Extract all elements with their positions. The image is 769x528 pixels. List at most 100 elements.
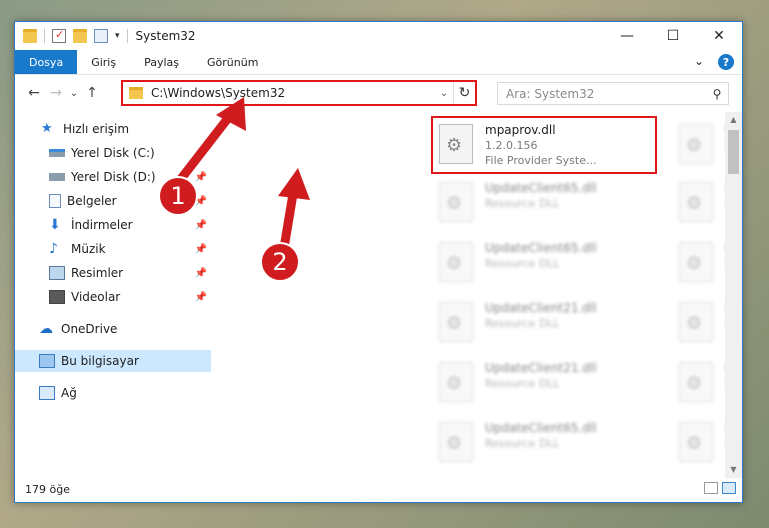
- file-name: UpdateClient21.dll: [485, 301, 597, 315]
- sidebar-item-this-pc[interactable]: Bu bilgisayar: [15, 350, 211, 372]
- customize-toolbar-chevron-icon[interactable]: ▾: [115, 31, 120, 41]
- network-icon: [39, 386, 55, 400]
- sidebar-item-pictures[interactable]: Resimler 📌: [15, 262, 211, 284]
- pin-icon[interactable]: 📌: [195, 268, 207, 279]
- maximize-button[interactable]: ☐: [650, 22, 696, 50]
- file-item[interactable]: UpdateClient65.dll Resource DLL: [433, 236, 657, 292]
- dll-file-icon: [439, 182, 473, 222]
- new-folder-icon[interactable]: [73, 29, 87, 43]
- window-title: System32: [135, 29, 196, 43]
- sidebar-item-label: İndirmeler: [71, 218, 133, 232]
- view-toggle: [704, 482, 736, 494]
- file-name: UpdateClient21.dll: [485, 361, 597, 375]
- sidebar-item-label: Bu bilgisayar: [61, 354, 139, 368]
- tab-file[interactable]: Dosya: [15, 50, 78, 74]
- step-badge-1: 1: [158, 176, 198, 216]
- download-arrow-icon: ⬇: [49, 217, 61, 233]
- search-input[interactable]: Ara: System32: [506, 87, 706, 101]
- properties-icon[interactable]: [94, 29, 108, 43]
- sidebar-item-label: Resimler: [71, 266, 124, 280]
- toolbar-divider: [126, 29, 128, 43]
- refresh-icon[interactable]: ↻: [453, 82, 475, 104]
- title-bar: ▾ System32 — ☐ ✕: [15, 22, 742, 50]
- sidebar-item-videos[interactable]: Videolar 📌: [15, 286, 211, 308]
- pin-icon[interactable]: 📌: [195, 292, 207, 303]
- dll-file-icon: [679, 362, 713, 402]
- details-view-icon[interactable]: [704, 482, 718, 494]
- step-badge-2: 2: [260, 242, 300, 282]
- close-button[interactable]: ✕: [696, 22, 742, 50]
- highlight-box: [431, 116, 657, 174]
- forward-arrow-icon[interactable]: →: [45, 85, 67, 101]
- quick-access-toolbar: ▾: [15, 28, 128, 43]
- tiles-view-icon[interactable]: [722, 482, 736, 494]
- file-name: UpdateClient65.dll: [485, 241, 597, 255]
- file-type: Resource DLL: [485, 317, 560, 330]
- drive-icon: [49, 149, 65, 157]
- file-name: UpdateClient65.dll: [485, 181, 597, 195]
- star-icon: ★: [41, 121, 53, 136]
- recent-locations-chevron-icon[interactable]: ⌄: [67, 88, 81, 99]
- pin-icon[interactable]: 📌: [195, 220, 207, 231]
- window-controls: — ☐ ✕: [604, 22, 742, 50]
- explorer-window: ▾ System32 — ☐ ✕ Dosya Giriş Paylaş Görü…: [14, 21, 743, 503]
- folder-icon: [129, 87, 143, 99]
- dll-file-icon: [679, 242, 713, 282]
- main-area: ★ Hızlı erişim Yerel Disk (C:) 📌 Yerel D…: [15, 112, 742, 478]
- properties-check-icon[interactable]: [52, 28, 66, 43]
- expand-ribbon-chevron-icon[interactable]: ⌄: [694, 54, 704, 70]
- dll-file-icon: [439, 242, 473, 282]
- address-dropdown-chevron-icon[interactable]: ⌄: [435, 88, 453, 99]
- file-item[interactable]: UpdateClient65.dll Resource DLL: [433, 176, 657, 232]
- file-item[interactable]: UpdateClient21.dll Resource DLL: [433, 296, 657, 352]
- sidebar-item-music[interactable]: ♪ Müzik 📌: [15, 238, 211, 260]
- drive-icon: [49, 173, 65, 181]
- video-film-icon: [49, 290, 65, 304]
- minimize-button[interactable]: —: [604, 22, 650, 50]
- search-box[interactable]: Ara: System32 ⚲: [497, 82, 729, 105]
- documents-icon: [49, 194, 61, 208]
- help-icon[interactable]: ?: [718, 54, 734, 70]
- tab-view[interactable]: Görünüm: [193, 50, 272, 74]
- sidebar-item-label: Videolar: [71, 290, 121, 304]
- dll-file-icon: [439, 422, 473, 462]
- ribbon-tabs: Dosya Giriş Paylaş Görünüm ⌄ ?: [15, 50, 742, 75]
- cloud-icon: ☁: [39, 321, 53, 337]
- dll-file-icon: [439, 302, 473, 342]
- sidebar-item-network[interactable]: Ağ: [15, 382, 211, 404]
- toolbar-divider: [44, 29, 45, 43]
- sidebar-item-label: Müzik: [71, 242, 106, 256]
- file-name: UpdateClient65.dll: [485, 421, 597, 435]
- folder-icon: [23, 29, 37, 43]
- file-item[interactable]: UpdateClient65.dll Resource DLL: [433, 416, 657, 472]
- file-type: Resource DLL: [485, 377, 560, 390]
- file-type: Resource DLL: [485, 197, 560, 210]
- pictures-icon: [49, 266, 65, 280]
- file-type: Resource DLL: [485, 257, 560, 270]
- sidebar-item-label: Ağ: [61, 386, 77, 400]
- scroll-up-arrow-icon[interactable]: ▲: [725, 112, 742, 128]
- sidebar-item-label: Yerel Disk (C:): [71, 146, 155, 160]
- sidebar-item-downloads[interactable]: ⬇ İndirmeler 📌: [15, 214, 211, 236]
- search-icon[interactable]: ⚲: [706, 87, 728, 101]
- pin-icon[interactable]: 📌: [195, 244, 207, 255]
- dll-file-icon: [679, 422, 713, 462]
- tab-share[interactable]: Paylaş: [130, 50, 193, 74]
- sidebar-item-label: Belgeler: [67, 194, 117, 208]
- navigation-bar: ← → ⌄ ↑ C:\Windows\System32 ⌄ ↻ Ara: Sys…: [15, 75, 742, 111]
- back-arrow-icon[interactable]: ←: [23, 85, 45, 101]
- sidebar-item-label: OneDrive: [61, 322, 118, 336]
- file-item[interactable]: UpdateClient21.dll Resource DLL: [433, 356, 657, 412]
- dll-file-icon: [679, 302, 713, 342]
- status-bar: 179 öğe: [15, 476, 742, 502]
- vertical-scrollbar[interactable]: ▲ ▼: [725, 112, 742, 478]
- sidebar-item-label: Yerel Disk (D:): [71, 170, 156, 184]
- sidebar-item-onedrive[interactable]: ☁ OneDrive: [15, 318, 211, 340]
- dll-file-icon: [679, 182, 713, 222]
- scrollbar-thumb[interactable]: [728, 130, 739, 174]
- file-type: Resource DLL: [485, 437, 560, 450]
- dll-file-icon: [439, 362, 473, 402]
- tab-home[interactable]: Giriş: [77, 50, 130, 74]
- sidebar-item-label: Hızlı erişim: [63, 122, 130, 136]
- up-arrow-icon[interactable]: ↑: [81, 85, 103, 101]
